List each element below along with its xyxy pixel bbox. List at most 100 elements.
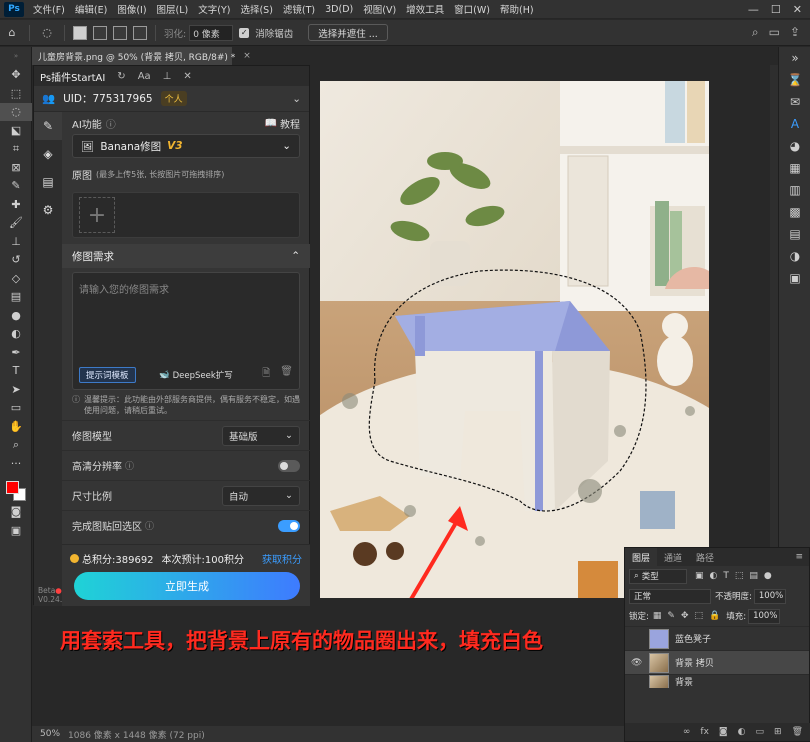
zoom-tool-icon[interactable]: ⌕ — [0, 436, 32, 455]
pin-icon[interactable]: ⊥ — [163, 71, 172, 82]
get-points-link[interactable]: 获取积分 — [262, 551, 302, 566]
opacity-input[interactable]: 100% — [753, 588, 786, 604]
layer-item[interactable]: 背景 — [625, 674, 809, 688]
info-icon[interactable]: ⓘ — [125, 459, 134, 472]
hd-toggle[interactable] — [278, 459, 300, 472]
document-image[interactable] — [320, 81, 709, 598]
tab-channels[interactable]: 通道 — [657, 551, 689, 564]
lock-artboard-icon[interactable]: ⬚ — [694, 611, 703, 621]
settings-icon[interactable]: ⚙ — [34, 196, 62, 224]
mode-select[interactable]: 🖼 Banana修图 V3 ⌄ — [72, 134, 300, 158]
blur-tool-icon[interactable]: ● — [0, 306, 32, 325]
healing-tool-icon[interactable]: ✚ — [0, 195, 32, 214]
move-tool-icon[interactable]: ✥ — [0, 66, 32, 85]
prompt-template-button[interactable]: 提示词模板 — [79, 367, 136, 383]
model-select[interactable]: 基础版 ⌄ — [222, 425, 300, 446]
filter-adjust-icon[interactable]: ◐ — [710, 571, 718, 581]
frame-tool-icon[interactable]: ⊠ — [0, 158, 32, 177]
menu-filter[interactable]: 滤镜(T) — [278, 2, 320, 16]
history-icon[interactable]: ⌛ — [779, 69, 810, 91]
maximize-icon[interactable]: ☐ — [771, 3, 781, 16]
select-and-mask-button[interactable]: 选择并遮住 ... — [308, 24, 388, 41]
filter-shape-icon[interactable]: ⬚ — [735, 571, 744, 581]
add-image-icon[interactable]: + — [79, 197, 115, 233]
quick-mask-icon[interactable]: ◙ — [0, 503, 32, 522]
marquee-tool-icon[interactable]: ⬚ — [0, 84, 32, 103]
startai-plugin-icon[interactable]: A — [779, 113, 810, 135]
close-tab-icon[interactable]: × — [243, 51, 251, 61]
adjustments-icon[interactable]: ◑ — [779, 245, 810, 267]
requirement-textarea[interactable]: 请输入您的修图需求 提示词模板 🐋 DeepSeek扩写 🗎 🗑 — [72, 272, 300, 390]
brush-tool-icon[interactable]: 🖌 — [0, 214, 32, 233]
libraries-icon[interactable]: ▣ — [779, 267, 810, 289]
eraser-tool-icon[interactable]: ◇ — [0, 269, 32, 288]
fill-input[interactable]: 100% — [748, 608, 781, 624]
lock-pixels-icon[interactable]: ▦ — [653, 611, 662, 621]
zoom-level[interactable]: 50% — [32, 729, 68, 739]
filter-pixel-icon[interactable]: ▣ — [695, 571, 704, 581]
document-size[interactable]: 1086 像素 x 1448 像素 (72 ppi) — [68, 728, 205, 741]
lasso-tool-icon[interactable]: ◌ — [0, 102, 32, 121]
user-info[interactable]: 👥 UID：775317965 个人 ⌄ — [34, 86, 309, 112]
menu-type[interactable]: 文字(Y) — [193, 2, 235, 16]
lock-paint-icon[interactable]: ✎ — [667, 611, 675, 621]
edit-icon[interactable]: ✎ — [34, 112, 62, 140]
add-selection-icon[interactable] — [93, 25, 107, 40]
info-icon[interactable]: ⓘ — [145, 519, 154, 532]
intersect-selection-icon[interactable] — [133, 25, 147, 40]
crop-tool-icon[interactable]: ⌗ — [0, 140, 32, 159]
share-icon[interactable]: ⇪ — [790, 25, 800, 40]
gradient-tool-icon[interactable]: ▤ — [0, 288, 32, 307]
comments-icon[interactable]: ✉ — [779, 91, 810, 113]
color-swatches[interactable] — [0, 473, 31, 503]
foreground-color[interactable] — [6, 480, 19, 494]
visibility-eye-icon[interactable]: 👁 — [631, 658, 645, 668]
lock-all-icon[interactable]: 🔒 — [709, 611, 720, 621]
chevron-up-icon[interactable]: ⌃ — [291, 250, 300, 262]
close-icon[interactable]: ✕ — [793, 3, 802, 16]
filter-toggle-icon[interactable]: ● — [764, 571, 772, 581]
menu-file[interactable]: 文件(F) — [28, 2, 70, 16]
workspace-icon[interactable]: ▭ — [769, 25, 780, 40]
filter-smart-icon[interactable]: ▤ — [749, 571, 758, 581]
menu-help[interactable]: 帮助(H) — [495, 2, 539, 16]
menu-edit[interactable]: 编辑(E) — [70, 2, 112, 16]
lock-move-icon[interactable]: ✥ — [681, 611, 689, 621]
menu-layer[interactable]: 图层(L) — [152, 2, 194, 16]
mask-icon[interactable]: ◙ — [719, 727, 728, 737]
menu-window[interactable]: 窗口(W) — [449, 2, 495, 16]
subtract-selection-icon[interactable] — [113, 25, 127, 40]
layer-filter-select[interactable]: ⌕ 类型 — [629, 568, 687, 584]
eyedropper-tool-icon[interactable]: ✎ — [0, 177, 32, 196]
layer-item[interactable]: 蓝色凳子 — [625, 626, 809, 650]
swatches-icon[interactable]: ▦ — [779, 157, 810, 179]
menu-select[interactable]: 选择(S) — [235, 2, 277, 16]
hand-tool-icon[interactable]: ✋ — [0, 417, 32, 436]
history-brush-icon[interactable]: ↺ — [0, 251, 32, 270]
menu-view[interactable]: 视图(V) — [358, 2, 401, 16]
link-layers-icon[interactable]: ∞ — [683, 727, 691, 737]
refresh-icon[interactable]: ↻ — [117, 71, 125, 82]
properties-icon[interactable]: ▤ — [779, 223, 810, 245]
tab-paths[interactable]: 路径 — [689, 551, 721, 564]
lasso-preset-icon[interactable]: ◌ — [38, 24, 56, 42]
tab-layers[interactable]: 图层 — [625, 548, 658, 566]
patterns-icon[interactable]: ▩ — [779, 201, 810, 223]
paste-toggle[interactable] — [278, 519, 300, 532]
document-tab[interactable]: 儿童房背景.png @ 50% (背景 拷贝, RGB/8#) * × — [32, 47, 251, 65]
stamp-tool-icon[interactable]: ⊥ — [0, 232, 32, 251]
book-icon[interactable]: 📖 — [265, 118, 277, 129]
screen-mode-icon[interactable]: ▣ — [0, 521, 32, 540]
layer-item[interactable]: 👁 背景 拷贝 — [625, 650, 809, 674]
color-icon[interactable]: ◕ — [779, 135, 810, 157]
font-size-icon[interactable]: Aa — [138, 71, 151, 82]
blend-mode-select[interactable]: 正常 — [629, 588, 711, 604]
menu-3d[interactable]: 3D(D) — [320, 4, 358, 15]
info-icon[interactable]: ⓘ — [106, 116, 116, 131]
type-tool-icon[interactable]: T — [0, 362, 32, 381]
collapse-icon[interactable]: » — [779, 47, 810, 69]
history-icon[interactable]: 🗎 — [262, 366, 270, 383]
ratio-select[interactable]: 自动 ⌄ — [222, 485, 300, 506]
layers-icon[interactable]: ◈ — [34, 140, 62, 168]
more-tools-icon[interactable]: ··· — [0, 454, 32, 473]
